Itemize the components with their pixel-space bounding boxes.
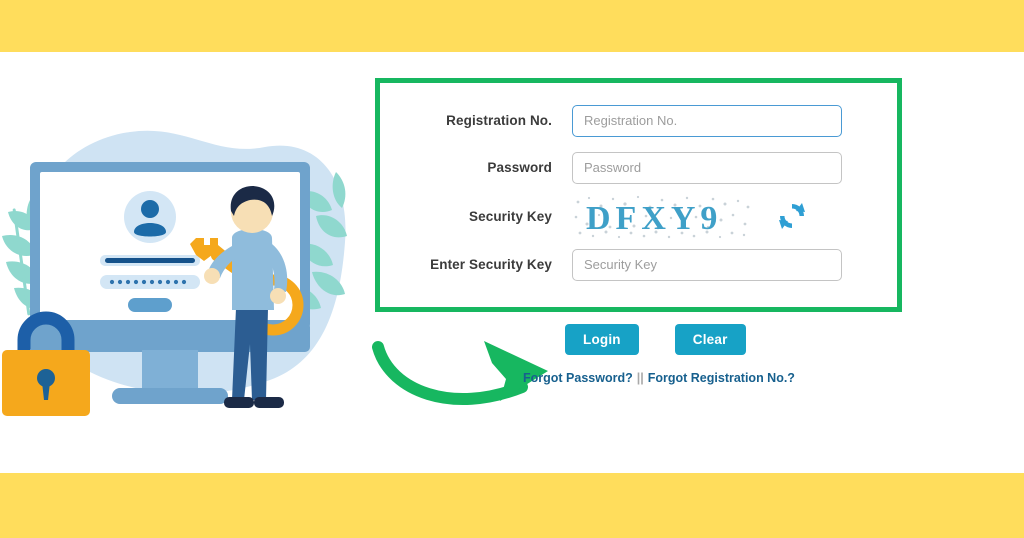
registration-input[interactable]: [572, 104, 842, 137]
login-panel: Registration No. Password Security Key: [375, 78, 902, 385]
form-actions: Login Clear: [375, 324, 902, 355]
captcha-refresh-button[interactable]: [776, 200, 808, 232]
captcha-image: DFXY9: [572, 193, 754, 239]
captcha-text: DFXY9: [586, 200, 722, 237]
forgot-password-link[interactable]: Forgot Password?: [523, 371, 633, 385]
clear-button[interactable]: Clear: [674, 324, 746, 355]
login-button[interactable]: Login: [565, 324, 639, 355]
forgot-registration-link[interactable]: Forgot Registration No.?: [648, 371, 795, 385]
form-row-password: Password: [402, 144, 875, 191]
login-form-box: Registration No. Password Security Key: [375, 78, 902, 312]
login-form: Registration No. Password Security Key: [380, 83, 897, 307]
form-row-registration: Registration No.: [402, 97, 875, 144]
top-decorative-band: [0, 0, 1024, 52]
enter-security-key-label: Enter Security Key: [430, 257, 552, 272]
captcha-wrap: DFXY9: [572, 193, 808, 239]
page-stage: Registration No. Password Security Key: [0, 52, 1024, 473]
helper-links: Forgot Password? || Forgot Registration No…: [375, 371, 902, 385]
form-row-captcha: Security Key DFXY9: [402, 191, 875, 241]
password-input[interactable]: [572, 151, 842, 184]
password-label: Password: [487, 160, 552, 175]
registration-label: Registration No.: [446, 113, 552, 128]
bottom-decorative-band: [0, 473, 1024, 538]
refresh-icon: [779, 203, 805, 229]
security-key-input[interactable]: [572, 248, 842, 281]
login-illustration: [0, 112, 370, 452]
form-row-enter-security-key: Enter Security Key: [402, 241, 875, 288]
security-key-label: Security Key: [469, 208, 552, 224]
links-separator: ||: [636, 371, 644, 385]
